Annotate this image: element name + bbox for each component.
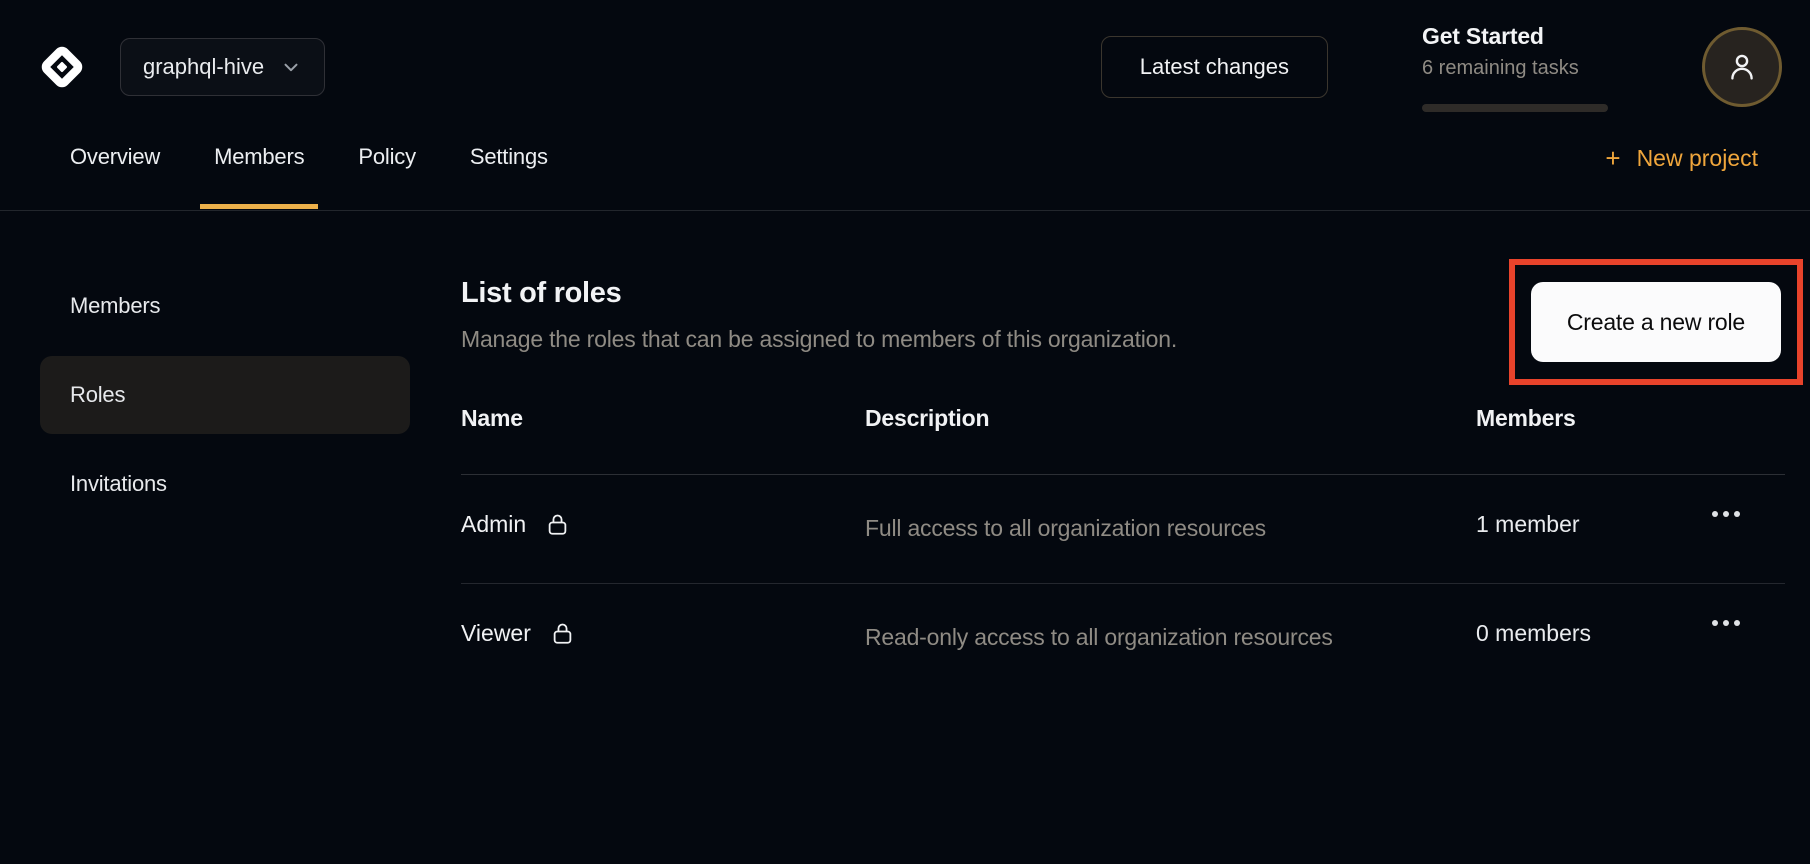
page-subtitle: Manage the roles that can be assigned to…	[461, 326, 1177, 353]
chevron-down-icon	[280, 56, 302, 78]
tab-policy[interactable]: Policy	[348, 130, 426, 210]
hive-logo-link[interactable]	[34, 39, 90, 95]
lock-icon	[544, 511, 571, 538]
column-header-description: Description	[865, 385, 1476, 474]
latest-changes-button[interactable]: Latest changes	[1101, 36, 1328, 98]
table-row-viewer: Viewer Read-only access to all organizat…	[461, 584, 1785, 692]
get-started-subtitle: 6 remaining tasks	[1422, 57, 1608, 80]
get-started-widget[interactable]: Get Started 6 remaining tasks	[1422, 23, 1608, 112]
sidebar-item-members[interactable]: Members	[40, 267, 410, 345]
new-project-label: New project	[1637, 145, 1758, 172]
content-area: Members Roles Invitations List of roles …	[0, 211, 1810, 691]
roles-header-text: List of roles Manage the roles that can …	[461, 267, 1177, 353]
plus-icon: +	[1605, 145, 1620, 171]
top-bar: graphql-hive Latest changes Get Started …	[0, 0, 1810, 112]
column-header-menu	[1708, 385, 1785, 447]
members-side-nav: Members Roles Invitations	[40, 267, 410, 691]
annotation-highlight-box: Create a new role	[1509, 259, 1803, 385]
roles-table: Name Description Members Admin Full acce…	[461, 385, 1785, 691]
column-header-name: Name	[461, 385, 865, 474]
get-started-title: Get Started	[1422, 23, 1608, 50]
new-project-link[interactable]: + New project	[1605, 145, 1758, 196]
user-avatar-button[interactable]	[1702, 27, 1782, 107]
role-members-count: 1 member	[1476, 475, 1708, 574]
user-icon	[1724, 49, 1760, 85]
hive-logo-icon	[34, 39, 90, 95]
roles-header: List of roles Manage the roles that can …	[461, 267, 1785, 385]
role-name-cell: Viewer	[461, 584, 865, 683]
create-role-button[interactable]: Create a new role	[1531, 282, 1781, 362]
tab-settings[interactable]: Settings	[460, 130, 558, 210]
role-members-count: 0 members	[1476, 584, 1708, 683]
roles-panel: List of roles Manage the roles that can …	[461, 267, 1785, 691]
role-name: Viewer	[461, 620, 531, 647]
role-name-cell: Admin	[461, 475, 865, 574]
role-name: Admin	[461, 511, 526, 538]
ellipsis-icon	[1712, 511, 1718, 517]
row-menu-button[interactable]	[1708, 499, 1785, 529]
table-row-admin: Admin Full access to all organization re…	[461, 475, 1785, 584]
org-tabs-bar: Overview Members Policy Settings + New p…	[0, 130, 1810, 211]
org-name: graphql-hive	[143, 54, 264, 80]
roles-table-header: Name Description Members	[461, 385, 1785, 475]
row-menu-button[interactable]	[1708, 608, 1785, 638]
ellipsis-icon	[1712, 620, 1718, 626]
tab-overview[interactable]: Overview	[70, 130, 170, 210]
lock-icon	[549, 620, 576, 647]
role-description: Read-only access to all organization res…	[865, 584, 1365, 692]
sidebar-item-roles[interactable]: Roles	[40, 356, 410, 434]
page-title: List of roles	[461, 267, 1177, 310]
role-description: Full access to all organization resource…	[865, 475, 1365, 583]
get-started-progress-track	[1422, 104, 1608, 112]
column-header-members: Members	[1476, 385, 1708, 474]
sidebar-item-invitations[interactable]: Invitations	[40, 445, 410, 523]
tab-members[interactable]: Members	[204, 130, 314, 210]
org-selector-button[interactable]: graphql-hive	[120, 38, 325, 96]
